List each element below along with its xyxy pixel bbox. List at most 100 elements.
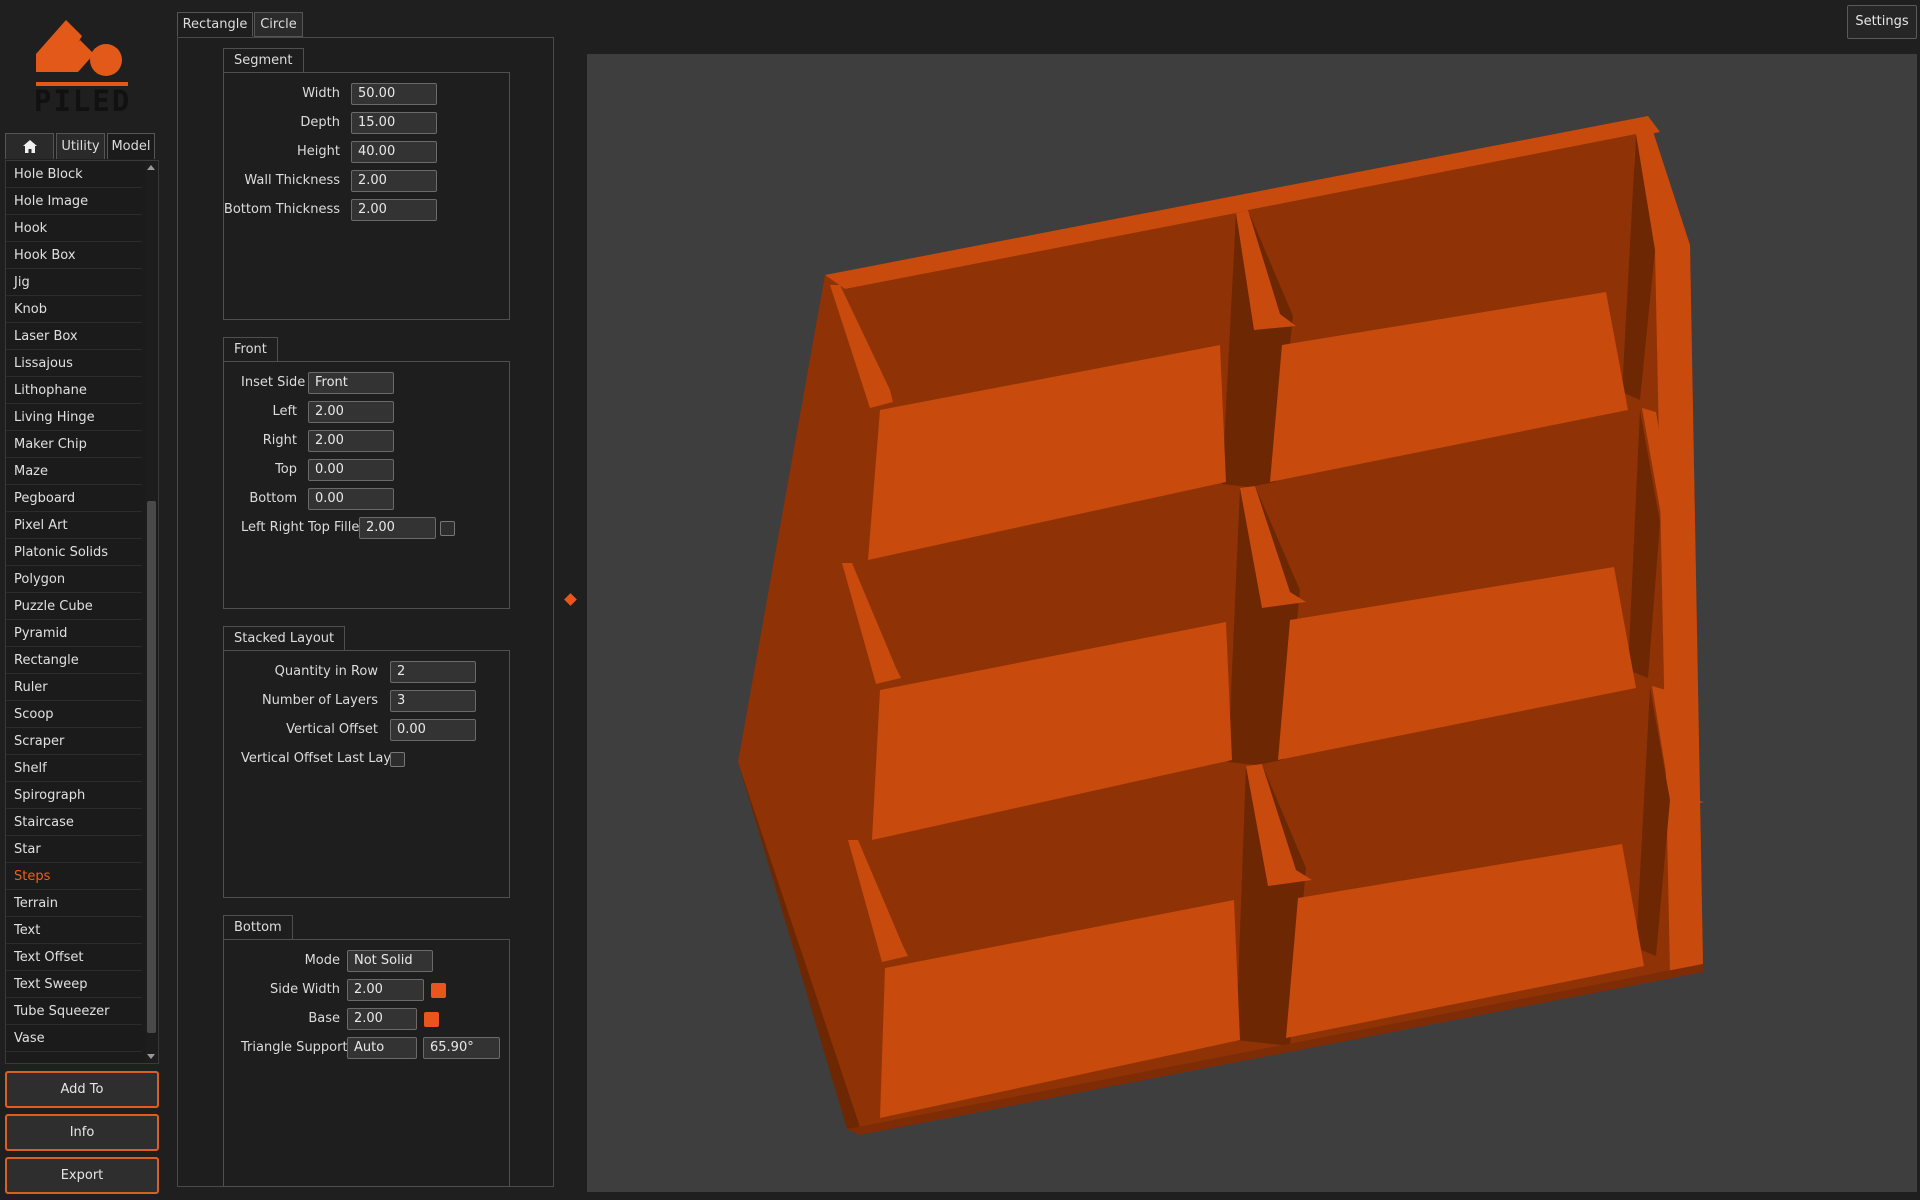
top-field[interactable]: 0.00 xyxy=(308,459,394,481)
model-list[interactable]: Hole Block Hole Image Hook Hook Box Jig Knob L… xyxy=(5,160,159,1064)
wall-thickness-field[interactable]: 2.00 xyxy=(351,170,437,192)
list-item[interactable]: Shelf xyxy=(6,755,142,782)
mode-select[interactable]: Not Solid xyxy=(347,950,433,972)
width-field[interactable]: 50.00 xyxy=(351,83,437,105)
list-item[interactable]: Platonic Solids xyxy=(6,539,142,566)
depth-field[interactable]: 15.00 xyxy=(351,112,437,134)
home-icon xyxy=(22,140,37,153)
side-width-color-swatch[interactable] xyxy=(431,983,446,998)
3d-viewport[interactable] xyxy=(587,54,1917,1192)
fillet-checkbox[interactable] xyxy=(440,521,455,536)
list-item[interactable]: Text Sweep xyxy=(6,971,142,998)
list-item[interactable]: Ruler xyxy=(6,674,142,701)
right-label: Right xyxy=(262,433,297,448)
fillet-field[interactable]: 2.00 xyxy=(359,517,436,539)
vertical-offset-last-layer-checkbox[interactable] xyxy=(390,752,405,767)
list-item[interactable]: Spirograph xyxy=(6,782,142,809)
left-field[interactable]: 2.00 xyxy=(308,401,394,423)
tab-utility[interactable]: Utility xyxy=(56,133,105,159)
list-item[interactable]: Star xyxy=(6,836,142,863)
tab-circle[interactable]: Circle xyxy=(254,12,303,37)
left-label: Left xyxy=(272,404,297,419)
list-item[interactable]: Tube Squeezer xyxy=(6,998,142,1025)
list-item[interactable]: Terrain xyxy=(6,890,142,917)
list-item[interactable]: Rectangle xyxy=(6,647,142,674)
list-item[interactable]: Jig xyxy=(6,269,142,296)
model-list-items: Hole Block Hole Image Hook Hook Box Jig Knob L… xyxy=(6,161,158,1052)
depth-label: Depth xyxy=(300,115,340,130)
bottom-thickness-label: Bottom Thickness xyxy=(223,202,340,217)
list-item[interactable]: Text Offset xyxy=(6,944,142,971)
settings-button[interactable]: Settings xyxy=(1847,5,1917,39)
base-field[interactable]: 2.00 xyxy=(347,1008,417,1030)
list-item[interactable]: Polygon xyxy=(6,566,142,593)
height-field[interactable]: 40.00 xyxy=(351,141,437,163)
list-item[interactable]: Pyramid xyxy=(6,620,142,647)
export-button[interactable]: Export xyxy=(5,1157,159,1194)
vertical-offset-label: Vertical Offset xyxy=(286,722,378,737)
list-item[interactable]: Maze xyxy=(6,458,142,485)
shelf-model-render xyxy=(738,116,1704,1135)
logo-text: PILED xyxy=(34,84,132,118)
bottom-label: Bottom xyxy=(249,491,297,506)
base-label: Base xyxy=(308,1011,340,1026)
list-scrollbar[interactable] xyxy=(145,161,157,1063)
list-item[interactable]: Vase xyxy=(6,1025,142,1052)
list-item[interactable]: Hook xyxy=(6,215,142,242)
panel-splitter-handle[interactable] xyxy=(564,593,577,606)
height-label: Height xyxy=(297,144,340,159)
list-item[interactable]: Maker Chip xyxy=(6,431,142,458)
list-item[interactable]: Pixel Art xyxy=(6,512,142,539)
segment-group: Width 50.00 Depth 15.00 Height 40.00 Wal… xyxy=(223,72,510,320)
add-to-button[interactable]: Add To xyxy=(5,1071,159,1108)
number-of-layers-field[interactable]: 3 xyxy=(390,690,476,712)
side-width-field[interactable]: 2.00 xyxy=(347,979,424,1001)
bottom-field[interactable]: 0.00 xyxy=(308,488,394,510)
base-color-swatch[interactable] xyxy=(424,1012,439,1027)
fillet-label: Left Right Top Fillet xyxy=(241,520,365,535)
app-logo: PILED xyxy=(30,14,132,118)
wall-thickness-label: Wall Thickness xyxy=(244,173,340,188)
properties-panel: Segment Width 50.00 Depth 15.00 Height 4… xyxy=(177,37,554,1187)
scroll-up-icon[interactable] xyxy=(147,165,155,170)
tab-model[interactable]: Model xyxy=(107,133,155,159)
list-item[interactable]: Lithophane xyxy=(6,377,142,404)
info-button[interactable]: Info xyxy=(5,1114,159,1151)
list-item[interactable]: Scoop xyxy=(6,701,142,728)
list-item[interactable]: Laser Box xyxy=(6,323,142,350)
list-item[interactable]: Living Hinge xyxy=(6,404,142,431)
list-item[interactable]: Scraper xyxy=(6,728,142,755)
list-item[interactable]: Text xyxy=(6,917,142,944)
bottom-group: Mode Not Solid Side Width 2.00 Base 2.00… xyxy=(223,939,510,1187)
list-item[interactable]: Staircase xyxy=(6,809,142,836)
list-item[interactable]: Pegboard xyxy=(6,485,142,512)
width-label: Width xyxy=(302,86,340,101)
scrollbar-thumb[interactable] xyxy=(147,501,156,1033)
list-item[interactable]: Knob xyxy=(6,296,142,323)
vertical-offset-field[interactable]: 0.00 xyxy=(390,719,476,741)
inset-side-select[interactable]: Front xyxy=(308,372,394,394)
vertical-offset-last-layer-label: Vertical Offset Last Layer xyxy=(241,751,405,766)
list-item[interactable]: Hole Block xyxy=(6,161,142,188)
list-item[interactable]: Hook Box xyxy=(6,242,142,269)
mode-label: Mode xyxy=(304,953,340,968)
quantity-in-row-field[interactable]: 2 xyxy=(390,661,476,683)
scroll-down-icon[interactable] xyxy=(147,1054,155,1059)
front-group-title: Front xyxy=(223,337,278,361)
bottom-group-title: Bottom xyxy=(223,915,293,939)
list-item[interactable]: Steps xyxy=(6,863,142,890)
list-item[interactable]: Lissajous xyxy=(6,350,142,377)
top-label: Top xyxy=(275,462,297,477)
tab-rectangle[interactable]: Rectangle xyxy=(177,12,253,37)
list-item[interactable]: Hole Image xyxy=(6,188,142,215)
number-of-layers-label: Number of Layers xyxy=(261,693,378,708)
list-item[interactable]: Puzzle Cube xyxy=(6,593,142,620)
logo-mark-icon xyxy=(36,20,122,76)
triangle-angle-field[interactable]: 65.90° xyxy=(423,1037,500,1059)
tab-home[interactable] xyxy=(5,133,54,159)
front-group: Inset Side Front Left 2.00 Right 2.00 To… xyxy=(223,361,510,609)
right-field[interactable]: 2.00 xyxy=(308,430,394,452)
quantity-in-row-label: Quantity in Row xyxy=(274,664,378,679)
triangle-supports-select[interactable]: Auto xyxy=(347,1037,417,1059)
bottom-thickness-field[interactable]: 2.00 xyxy=(351,199,437,221)
